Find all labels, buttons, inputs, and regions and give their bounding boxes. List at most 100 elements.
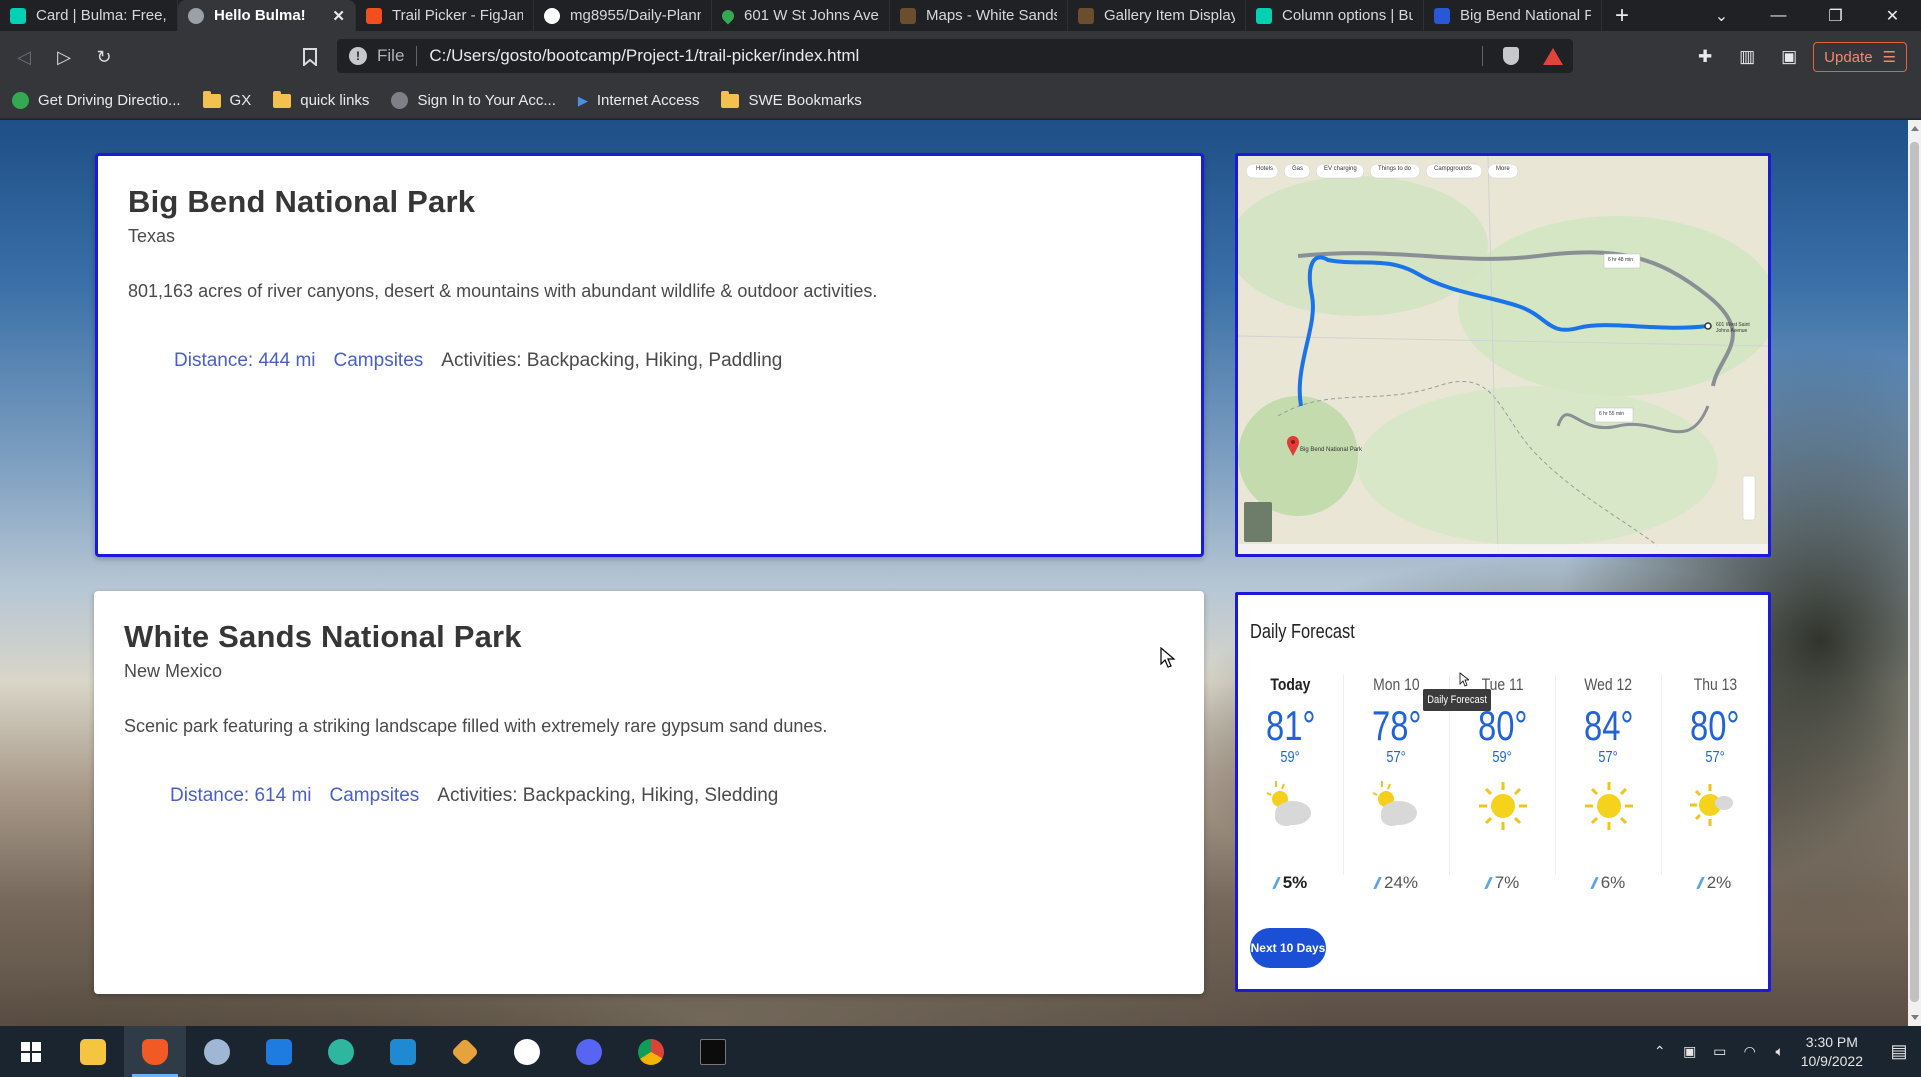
update-button[interactable]: Update ☰ [1813, 42, 1907, 72]
forecast-day[interactable]: Today 81° 59° [1238, 675, 1344, 875]
wallet-icon[interactable]: ▣ [1771, 39, 1807, 75]
bookmark-icon[interactable] [290, 37, 330, 77]
scroll-down-icon[interactable] [1911, 1015, 1919, 1020]
taskbar-vscode[interactable] [372, 1026, 434, 1077]
route-map[interactable]: Hotels Gas EV charging Things to do Camp… [1235, 153, 1771, 557]
bookmark-sign-in[interactable]: Sign In to Your Acc... [391, 92, 556, 109]
tab-hello-bulma[interactable]: Hello Bulma! ✕ [178, 0, 356, 31]
campsites-link[interactable]: Campsites [330, 785, 420, 807]
taskbar-app[interactable] [434, 1026, 496, 1077]
park-description: 801,163 acres of river canyons, desert &… [128, 281, 878, 301]
notifications-icon[interactable]: ▤ [1877, 1026, 1921, 1077]
restore-icon[interactable]: ❐ [1807, 6, 1864, 26]
route-time-label: 6 hr 48 min [1608, 257, 1634, 263]
chrome-icon [638, 1038, 664, 1065]
bookmark-swe[interactable]: SWE Bookmarks [721, 90, 862, 109]
low-temp: 57° [1598, 749, 1619, 766]
close-tab-icon[interactable]: ✕ [324, 7, 345, 25]
clock-time: 3:30 PM [1805, 1033, 1858, 1050]
tab-big-bend[interactable]: Big Bend National P [1424, 0, 1602, 31]
map-chip[interactable]: EV charging [1320, 166, 1374, 172]
sidebar-icon[interactable]: ▥ [1729, 39, 1765, 75]
windows-start-button[interactable] [0, 1026, 62, 1077]
distance-link[interactable]: Distance: 614 mi [170, 785, 312, 807]
taskbar-app[interactable] [248, 1026, 310, 1077]
precip-value: 2% [1706, 873, 1732, 892]
scroll-up-icon[interactable] [1911, 126, 1919, 131]
tab-bulma-card[interactable]: Card | Bulma: Free, c [0, 0, 178, 31]
route-time-label: 6 hr 55 min [1599, 411, 1625, 417]
distance-link[interactable]: Distance: 444 mi [174, 350, 316, 372]
map-origin-label: 601 West Saint Johns Avenue [1716, 322, 1750, 334]
day-label: Today [1270, 675, 1311, 694]
tab-title: Column options | Bu [1282, 7, 1413, 24]
bookmark-gx[interactable]: GX [202, 90, 252, 109]
forecast-day[interactable]: Wed 12 84° 57° [1556, 675, 1662, 875]
taskbar-discord[interactable] [558, 1026, 620, 1077]
tab-figjam[interactable]: Trail Picker - FigJam [356, 0, 534, 31]
map-chip[interactable]: Things to do [1374, 166, 1430, 172]
taskbar-terminal[interactable] [682, 1026, 744, 1077]
brave-shield-icon[interactable] [1503, 47, 1519, 65]
url-scheme: File [377, 46, 405, 65]
info-icon[interactable]: ! [349, 47, 367, 65]
activities-text: Activities: Backpacking, Hiking, Paddlin… [441, 350, 783, 371]
bookmark-label: Sign In to Your Acc... [417, 92, 556, 109]
next-10-days-button[interactable]: Next 10 Days [1250, 928, 1326, 968]
taskbar-brave[interactable] [124, 1026, 186, 1077]
tab-maps-white-sands[interactable]: Maps - White Sands [890, 0, 1068, 31]
app-icon [1434, 7, 1450, 24]
brave-rewards-icon[interactable] [1543, 48, 1563, 65]
bookmark-quick-links[interactable]: quick links [273, 90, 369, 109]
tab-gallery-item[interactable]: Gallery Item Display [1068, 0, 1246, 31]
windows-taskbar: ⌃ ▣ ▭ ◠ 🔈︎ 3:30 PM 10/9/2022 ▤ [0, 1026, 1921, 1077]
extensions-icon[interactable]: ✚ [1687, 39, 1723, 75]
forecast-day[interactable]: Thu 13 80° 57° [1662, 675, 1768, 875]
chevron-up-icon[interactable]: ⌃ [1645, 1043, 1675, 1060]
volume-icon[interactable]: 🔈︎ [1765, 1043, 1795, 1060]
chevron-down-icon[interactable]: ⌄ [1693, 6, 1750, 26]
tab-title: Trail Picker - FigJam [392, 7, 523, 24]
campsites-link[interactable]: Campsites [334, 350, 424, 372]
terminal-icon [700, 1038, 726, 1065]
page-scrollbar[interactable] [1908, 120, 1921, 1026]
forecast-days: Today 81° 59° Mon 10 78° 57° Tue 11 80° … [1238, 675, 1768, 875]
taskbar-edge[interactable] [310, 1026, 372, 1077]
tab-maps-address[interactable]: 601 W St Johns Ave [712, 0, 890, 31]
new-tab-button[interactable]: + [1602, 0, 1642, 31]
tab-column-options[interactable]: Column options | Bu [1246, 0, 1424, 31]
battery-icon[interactable]: ▭ [1705, 1043, 1735, 1060]
map-chip[interactable]: Gas [1288, 166, 1320, 172]
taskbar-chrome[interactable] [620, 1026, 682, 1077]
scroll-thumb[interactable] [1910, 142, 1919, 1002]
tab-title: Hello Bulma! [214, 7, 306, 24]
divider [416, 46, 418, 66]
nps-icon [1078, 7, 1094, 24]
activities-text: Activities: Backpacking, Hiking, Sleddin… [437, 785, 779, 806]
app-icon [204, 1038, 230, 1065]
map-chip[interactable]: Campgrounds [1430, 166, 1492, 172]
divider [1482, 46, 1483, 66]
reload-icon[interactable]: ↻ [84, 37, 124, 77]
wifi-icon[interactable]: ◠ [1735, 1043, 1765, 1060]
tab-title: Maps - White Sands [926, 7, 1057, 24]
map-chip[interactable]: More [1492, 166, 1522, 172]
clock[interactable]: 3:30 PM 10/9/2022 [1801, 1033, 1863, 1071]
bookmark-directions[interactable]: Get Driving Directio... [12, 92, 181, 109]
taskbar-slack[interactable] [496, 1026, 558, 1077]
minimize-icon[interactable]: — [1750, 7, 1807, 25]
park-card-big-bend: Big Bend National Park Texas 801,163 acr… [95, 153, 1204, 557]
tab-github[interactable]: mg8955/Daily-Plann [534, 0, 712, 31]
address-bar[interactable]: ! File C:/Users/gosto/bootcamp/Project-1… [337, 39, 1573, 73]
forward-icon[interactable]: ▷ [44, 37, 84, 77]
close-icon[interactable]: ✕ [1864, 6, 1921, 26]
back-icon[interactable]: ◁ [4, 37, 44, 77]
brave-icon [142, 1038, 168, 1065]
toolbar: ◁ ▷ ↻ ! File C:/Users/gosto/bootcamp/Pro… [0, 31, 1921, 83]
taskbar-file-explorer[interactable] [62, 1026, 124, 1077]
bookmark-internet-access[interactable]: ▶ Internet Access [578, 92, 700, 109]
network-icon[interactable]: ▣ [1675, 1043, 1705, 1060]
bookmark-label: GX [229, 92, 252, 109]
map-chip[interactable]: Hotels [1250, 166, 1288, 172]
taskbar-app[interactable] [186, 1026, 248, 1077]
